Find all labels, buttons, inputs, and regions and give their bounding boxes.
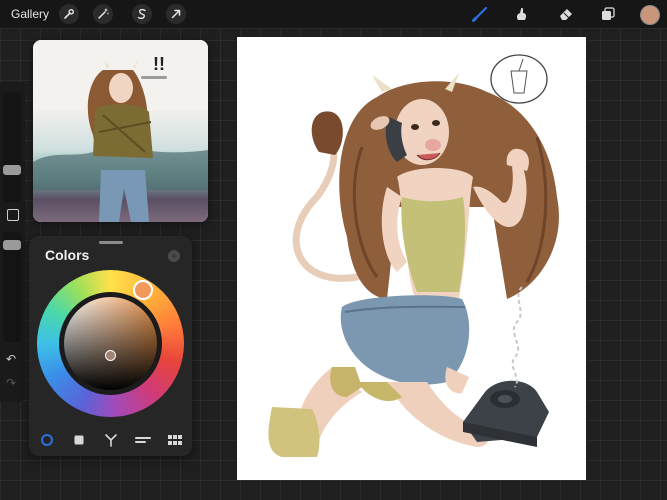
- tab-disc[interactable]: [37, 432, 57, 448]
- magic-wand-icon: [98, 8, 109, 19]
- tab-harmony[interactable]: [101, 432, 121, 448]
- brush-size-thumb[interactable]: [3, 165, 21, 175]
- transform-button[interactable]: [166, 4, 186, 24]
- color-mode-tabs: [37, 432, 185, 448]
- left-sidebar: ↶ ↷: [0, 82, 25, 402]
- undo-icon[interactable]: ↶: [6, 352, 16, 366]
- reference-window[interactable]: !!: [33, 40, 208, 222]
- tab-palettes[interactable]: [165, 432, 185, 448]
- wrench-icon: [64, 9, 74, 19]
- palettes-mode-icon: [168, 435, 182, 445]
- opacity-thumb[interactable]: [3, 240, 21, 250]
- smudge-icon: [516, 7, 527, 20]
- gallery-button[interactable]: Gallery: [11, 7, 49, 21]
- actions-button[interactable]: [59, 4, 79, 24]
- paint-button[interactable]: [470, 4, 490, 24]
- layers-icon: [602, 7, 615, 20]
- colors-panel: Colors ×: [29, 236, 192, 456]
- hue-ring[interactable]: [37, 270, 184, 417]
- saturation-knob[interactable]: [105, 350, 116, 361]
- brush-size-slider[interactable]: [3, 92, 21, 202]
- eraser-button[interactable]: [556, 4, 576, 24]
- harmony-mode-icon: [105, 434, 117, 447]
- reference-image: !!: [33, 40, 208, 222]
- disc-mode-icon: [41, 434, 53, 446]
- selection-button[interactable]: [132, 4, 152, 24]
- layers-button[interactable]: [598, 4, 618, 24]
- top-toolbar: Gallery: [0, 0, 667, 29]
- opacity-slider[interactable]: [3, 232, 21, 342]
- tab-classic[interactable]: [69, 432, 89, 448]
- tab-value[interactable]: [133, 432, 153, 448]
- eraser-icon: [560, 9, 572, 20]
- saturation-disc[interactable]: [64, 297, 157, 390]
- artwork: [268, 54, 559, 457]
- color-disc-frame: [59, 292, 162, 395]
- classic-mode-icon: [74, 435, 84, 445]
- smudge-button[interactable]: [512, 4, 532, 24]
- reference-drag-handle[interactable]: [141, 76, 167, 79]
- arrow-cursor-icon: [171, 9, 181, 19]
- svg-text:!!: !!: [153, 54, 165, 74]
- redo-icon[interactable]: ↷: [6, 376, 16, 390]
- adjustments-button[interactable]: [93, 4, 113, 24]
- colors-drag-handle[interactable]: [99, 241, 123, 244]
- colors-title: Colors: [45, 247, 90, 263]
- value-mode-icon: [135, 437, 151, 443]
- current-color-swatch[interactable]: [640, 5, 660, 25]
- brush-icon: [472, 6, 488, 22]
- hue-knob[interactable]: [133, 280, 153, 300]
- modify-button[interactable]: [7, 209, 19, 221]
- selection-s-icon: [137, 8, 146, 20]
- close-icon[interactable]: ×: [168, 250, 180, 262]
- procreate-app: Gallery ↶ ↷ !! Colors ×: [0, 0, 667, 500]
- drawing-canvas[interactable]: [237, 37, 586, 480]
